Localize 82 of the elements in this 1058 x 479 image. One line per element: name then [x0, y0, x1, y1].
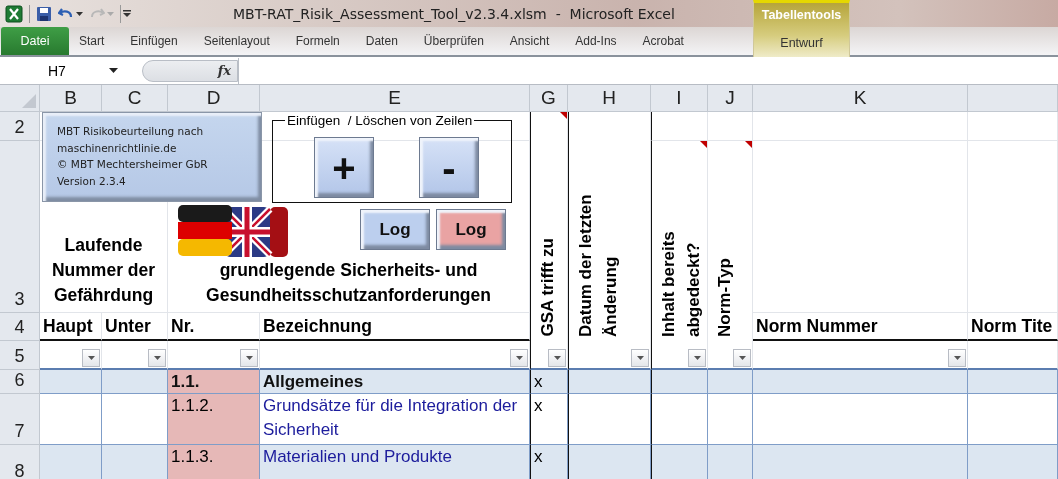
filter-dropdown-button[interactable] — [688, 349, 706, 367]
column-header[interactable]: K — [753, 85, 968, 112]
row-header[interactable]: 6 — [0, 370, 40, 394]
column-heading: Nr. — [168, 313, 260, 341]
filter-dropdown-button[interactable] — [510, 349, 528, 367]
insert-function-button[interactable]: fx — [217, 63, 231, 78]
file-tab[interactable]: Datei — [1, 27, 69, 55]
row-header[interactable]: 5 — [0, 341, 40, 370]
filter-dropdown-button[interactable] — [733, 349, 751, 367]
caret-icon — [515, 356, 523, 360]
caret-icon — [953, 356, 961, 360]
column-header[interactable]: D — [168, 85, 260, 112]
ribbon-tab[interactable]: Seitenlayout — [193, 27, 280, 55]
ribbon-tab[interactable]: Add-Ins — [565, 27, 627, 55]
table-cell — [651, 445, 708, 479]
ribbon-tab[interactable]: Daten — [355, 27, 408, 55]
column-header[interactable]: E — [260, 85, 530, 112]
customize-icon[interactable] — [123, 10, 131, 17]
column-heading: Norm Nummer — [753, 313, 968, 341]
row-header[interactable]: 7 — [0, 394, 40, 445]
group-title: Einfügen / Löschen von Zeilen — [285, 113, 475, 129]
row-header[interactable]: 2 — [0, 112, 40, 141]
table-cell: x — [530, 445, 568, 479]
caret-icon — [87, 356, 95, 360]
column-header[interactable]: H — [568, 85, 651, 112]
filter-dropdown-button[interactable] — [148, 349, 166, 367]
caret-icon — [636, 356, 644, 360]
table-cell — [102, 445, 168, 479]
filter-dropdown-button[interactable] — [240, 349, 258, 367]
row-header[interactable]: 8 — [0, 445, 40, 479]
ribbon-tab[interactable]: Einfügen — [120, 27, 188, 55]
ribbon-tab[interactable]: Start — [69, 27, 115, 55]
table-cell: 1.1.2. — [168, 394, 260, 445]
column-header[interactable]: C — [102, 85, 168, 112]
name-box[interactable]: H7 — [0, 59, 128, 82]
row-header[interactable]: 3 — [0, 141, 40, 313]
column-heading: Unter — [102, 313, 168, 341]
context-group-title: Tabellentools — [761, 8, 842, 22]
log-button[interactable]: Log — [436, 209, 506, 250]
column-header[interactable]: B — [40, 85, 102, 112]
flags-drawing[interactable] — [178, 205, 290, 259]
column-heading: Bezeichnung — [260, 313, 530, 341]
caret-icon — [153, 356, 161, 360]
ribbon-tab[interactable]: Entwurf — [776, 36, 827, 50]
ribbon-tab[interactable]: Acrobat — [632, 27, 694, 55]
column-header[interactable]: G — [530, 85, 568, 112]
column-heading: GSA trifft zu — [537, 238, 558, 337]
caret-icon — [553, 356, 561, 360]
corner-triangle-icon — [22, 94, 36, 108]
table-cell: Allgemeines — [260, 370, 530, 394]
table-cell: x — [530, 370, 568, 394]
caret-icon[interactable] — [76, 11, 83, 16]
row-header[interactable]: 4 — [0, 313, 40, 341]
caret-icon — [109, 68, 118, 73]
ribbon-tab[interactable]: Ansicht — [499, 27, 560, 55]
row-edit-button[interactable]: - — [419, 137, 479, 198]
column-heading: Haupt — [40, 313, 102, 341]
filter-dropdown-button[interactable] — [948, 349, 966, 367]
caret-icon — [245, 356, 253, 360]
window-title: MBT-RAT_Risik_Assessment_Tool_v2.3.4.xlsm - Microsoft Excel — [233, 5, 675, 22]
filter-dropdown-button[interactable] — [548, 349, 566, 367]
caret-icon — [693, 356, 701, 360]
excel-logo-icon[interactable] — [5, 4, 23, 23]
table-cell: 1.1.3. — [168, 445, 260, 479]
column-heading: Norm Tite — [968, 313, 1058, 341]
column-header[interactable]: I — [651, 85, 708, 112]
filter-dropdown-button[interactable] — [82, 349, 100, 367]
table-cell — [708, 445, 753, 479]
row-edit-button[interactable]: + — [314, 137, 374, 198]
ribbon-tab[interactable]: Überprüfen — [413, 27, 494, 55]
column-heading: Inhalt bereits abgedeckt? — [658, 230, 704, 337]
column-heading: Datum der letzten Änderung — [575, 193, 621, 337]
log-button[interactable]: Log — [360, 209, 430, 250]
save-icon[interactable] — [36, 5, 52, 22]
caret-icon — [738, 356, 746, 360]
table-cell: 1.1. — [168, 370, 260, 394]
column-heading: Norm-Typ — [714, 258, 735, 337]
ribbon-tab[interactable]: Formeln — [285, 27, 350, 55]
filter-dropdown-button[interactable] — [631, 349, 649, 367]
table-cell — [40, 445, 102, 479]
column-header[interactable]: J — [708, 85, 753, 112]
table-cell: Materialien und Produkte — [260, 445, 530, 479]
